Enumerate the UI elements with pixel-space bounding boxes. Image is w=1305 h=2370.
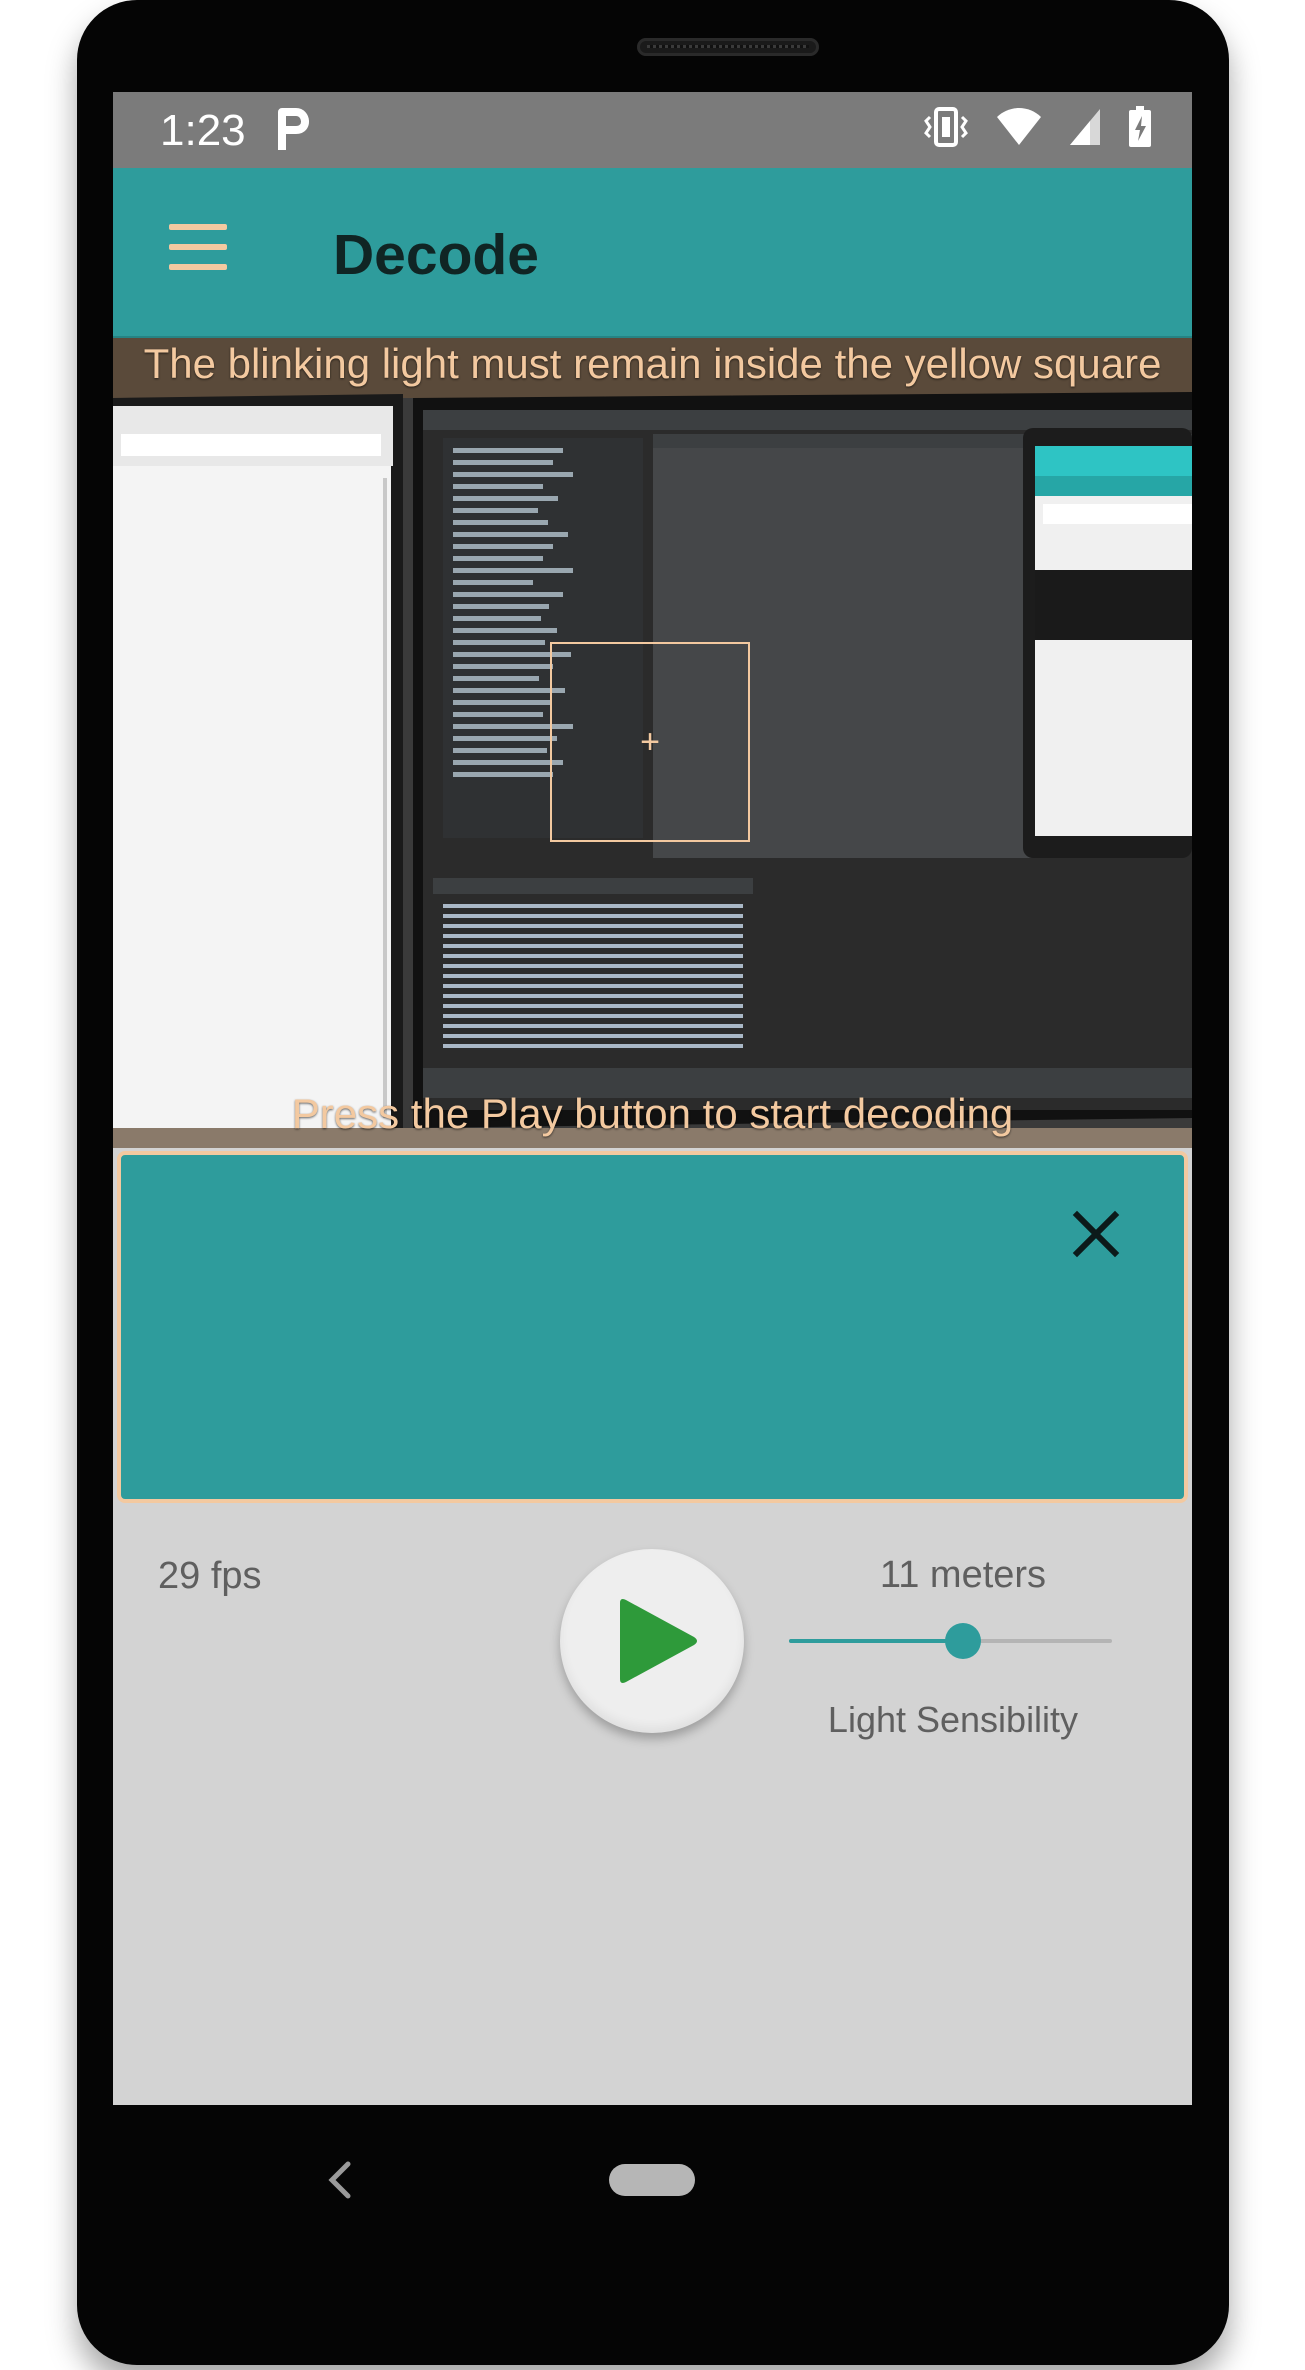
slider-thumb[interactable] bbox=[945, 1623, 982, 1659]
light-sensibility-slider[interactable] bbox=[789, 1621, 1112, 1661]
app-bar: Decode bbox=[113, 168, 1192, 338]
hint-bottom: Press the Play button to start decoding bbox=[291, 1090, 1014, 1137]
nav-back-icon[interactable] bbox=[322, 2158, 358, 2202]
decoded-output-panel bbox=[117, 1151, 1188, 1503]
vibrate-icon bbox=[924, 107, 968, 147]
camera-preview: The blinking light must remain inside th… bbox=[113, 338, 1192, 1148]
fps-label: 29 fps bbox=[158, 1555, 262, 1597]
status-icons bbox=[922, 106, 1152, 148]
status-bar: 1:23 bbox=[113, 92, 1192, 168]
target-plus-marker: + bbox=[640, 723, 660, 761]
nav-home-button[interactable] bbox=[609, 2164, 695, 2196]
page-title: Decode bbox=[333, 223, 539, 287]
battery-charging-icon bbox=[1129, 106, 1151, 147]
play-icon bbox=[620, 1599, 697, 1683]
distance-label: 11 meters bbox=[879, 1554, 1047, 1596]
app-screen: 1:23 Decode The blinking light must rema… bbox=[113, 92, 1192, 2105]
wifi-icon bbox=[997, 108, 1041, 145]
light-sensibility-label: Light Sensibility bbox=[827, 1699, 1079, 1740]
cell-signal-icon bbox=[1070, 109, 1100, 145]
earpiece-speaker bbox=[637, 38, 819, 56]
target-square: + bbox=[550, 642, 750, 842]
status-time: 1:23 bbox=[160, 106, 246, 155]
close-icon[interactable] bbox=[1071, 1209, 1121, 1259]
play-button[interactable] bbox=[560, 1549, 744, 1733]
slider-fill bbox=[789, 1639, 964, 1643]
p-letter-icon bbox=[278, 108, 309, 150]
hamburger-menu-icon[interactable] bbox=[169, 224, 227, 270]
hint-top: The blinking light must remain inside th… bbox=[143, 340, 1162, 387]
